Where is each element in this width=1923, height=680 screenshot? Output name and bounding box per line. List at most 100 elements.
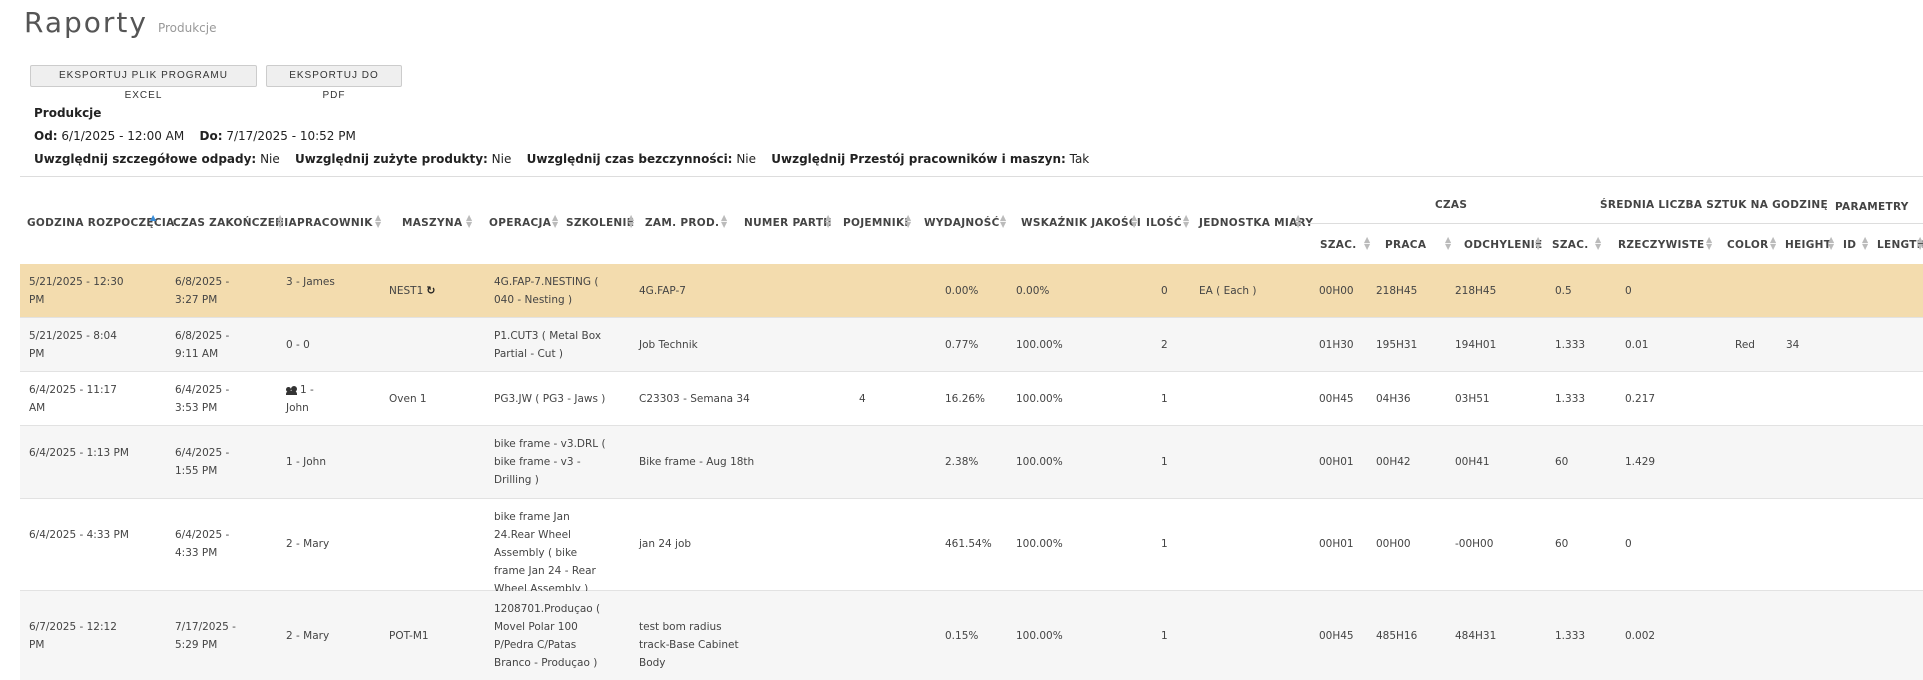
export-excel-button[interactable]: EKSPORTUJ PLIK PROGRAMU EXCEL (30, 65, 257, 101)
cell-color: Red (1735, 339, 1755, 351)
cell-efficiency: 2.38% (945, 456, 979, 468)
cell-operation: 1208701.Produçao ( Movel Polar 100 P/Ped… (494, 603, 601, 669)
cell-machine: Oven 1 (389, 393, 427, 405)
cell-avg-est: 0.5 (1555, 285, 1572, 297)
header-dev[interactable]: ODCHYLENIE (1464, 239, 1542, 251)
header-group-time: CZAS (1435, 199, 1468, 211)
header-machine[interactable]: MASZYNA (402, 217, 462, 229)
cell-qty: 0 (1161, 285, 1168, 297)
cell-machine: NEST1 ↻ (389, 282, 435, 300)
sort-icon[interactable]: ▲ ▼ (1595, 236, 1601, 251)
cell-order: 4G.FAP-7 (639, 285, 686, 297)
cell-start: 6/4/2025 - 4:33 PM (29, 529, 129, 541)
cell-worker: 0 - 0 (286, 339, 310, 351)
table-row[interactable]: 6/7/2025 - 12:12 PM 7/17/2025 - 5:29 PM … (20, 591, 1923, 680)
sort-icon[interactable]: ▲ ▼ (825, 214, 831, 229)
sort-icon[interactable]: ▲ ▼ (1862, 236, 1868, 251)
header-quality[interactable]: WSKAŹNIK JAKOŚCI (1021, 217, 1141, 229)
cell-avg-real: 1.429 (1625, 456, 1656, 468)
cell-start: 5/21/2025 - 12:30 PM (29, 276, 124, 306)
header-operation[interactable]: OPERACJA (489, 217, 551, 229)
cell-work: 00H00 (1376, 538, 1411, 550)
cell-avg-real: 0 (1625, 538, 1632, 550)
sort-icon[interactable]: ▲ ▼ (1535, 236, 1541, 251)
sort-icon[interactable]: ▲ ▼ (552, 214, 558, 229)
sort-icon[interactable]: ▲ ▼ (628, 214, 634, 229)
cell-height: 34 (1786, 339, 1800, 351)
cell-efficiency: 16.26% (945, 393, 986, 405)
sort-icon[interactable]: ▲ ▼ (905, 214, 911, 229)
cell-operation: P1.CUT3 ( Metal Box Partial - Cut ) (494, 330, 602, 360)
header-batch[interactable]: NUMER PARTII (744, 217, 832, 229)
cell-end: 6/8/2025 - 9:11 AM (175, 330, 230, 360)
cell-operation: bike frame Jan 24.Rear Wheel Assembly ( … (494, 511, 596, 595)
sort-icon[interactable]: ▲ ▼ (1000, 214, 1006, 229)
cell-quality: 100.00% (1016, 538, 1063, 550)
table-row[interactable]: 6/4/2025 - 1:13 PM 6/4/2025 - 1:55 PM 1 … (20, 426, 1923, 499)
cell-start: 6/4/2025 - 11:17 AM (29, 384, 117, 414)
table-row[interactable]: 5/21/2025 - 8:04 PM 6/8/2025 - 9:11 AM 0… (20, 318, 1923, 372)
header-group-divider (1308, 223, 1923, 224)
cell-start: 6/4/2025 - 1:13 PM (29, 447, 129, 459)
header-qty[interactable]: ILOŚĆ (1146, 217, 1182, 229)
cell-qty: 1 (1161, 456, 1168, 468)
header-work[interactable]: PRACA (1385, 239, 1426, 251)
cell-efficiency: 0.77% (945, 339, 979, 351)
export-pdf-button[interactable]: EKSPORTUJ DO PDF (266, 65, 402, 101)
sort-asc-icon[interactable]: ▲ (150, 214, 156, 222)
sort-icon[interactable]: ▲ ▼ (1445, 236, 1451, 251)
cell-efficiency: 0.15% (945, 630, 979, 642)
cell-end: 6/4/2025 - 3:53 PM (175, 384, 230, 414)
cell-avg-est: 1.333 (1555, 339, 1586, 351)
sort-icon[interactable]: ▲ ▼ (1770, 236, 1776, 251)
cell-quality: 100.00% (1016, 393, 1063, 405)
sort-icon[interactable]: ▲ ▼ (1131, 214, 1137, 229)
cell-work: 04H36 (1376, 393, 1411, 405)
header-color[interactable]: COLOR (1727, 239, 1768, 251)
cell-est: 00H45 (1319, 630, 1354, 642)
sort-icon[interactable]: ▲ ▼ (721, 214, 727, 229)
cell-unit: EA ( Each ) (1199, 285, 1257, 297)
table-row[interactable]: 6/4/2025 - 11:17 AM 6/4/2025 - 3:53 PM 1… (20, 372, 1923, 426)
cell-start: 5/21/2025 - 8:04 PM (29, 330, 117, 360)
sort-icon[interactable]: ▲ ▼ (1295, 214, 1301, 229)
cell-operation: 4G.FAP-7.NESTING ( 040 - Nesting ) (494, 276, 599, 306)
page-subtitle: Produkcje (157, 21, 217, 35)
refresh-icon[interactable]: ↻ (426, 282, 435, 300)
sort-icon[interactable]: ▲ ▼ (1917, 236, 1923, 251)
sort-icon[interactable]: ▲ ▼ (1706, 236, 1712, 251)
summary-title: Produkcje (34, 106, 102, 120)
cell-avg-est: 1.333 (1555, 630, 1586, 642)
table-row[interactable]: 5/21/2025 - 12:30 PM 6/8/2025 - 3:27 PM … (20, 264, 1923, 318)
header-training[interactable]: SZKOLENIE (566, 217, 634, 229)
sort-icon[interactable]: ▲ ▼ (277, 214, 283, 229)
header-avg-real[interactable]: RZECZYWISTE (1618, 239, 1704, 251)
users-icon (286, 385, 298, 395)
sort-icon[interactable]: ▲ ▼ (1183, 214, 1189, 229)
sort-icon[interactable]: ▲ ▼ (466, 214, 472, 229)
header-id[interactable]: ID (1843, 239, 1856, 251)
sort-icon[interactable]: ▲ ▼ (1364, 236, 1370, 251)
header-order[interactable]: ZAM. PROD. (645, 217, 719, 229)
header-efficiency[interactable]: WYDAJNOŚĆ (924, 217, 1000, 229)
cell-quality: 100.00% (1016, 339, 1063, 351)
cell-operation: PG3.JW ( PG3 - Jaws ) (494, 393, 606, 405)
table-row[interactable]: 6/4/2025 - 4:33 PM 6/4/2025 - 4:33 PM 2 … (20, 499, 1923, 595)
header-height[interactable]: HEIGHT (1785, 239, 1831, 251)
cell-order: C23303 - Semana 34 (639, 393, 750, 405)
cell-containers: 4 (859, 393, 866, 405)
filter-options: Uwzględnij szczegółowe odpady: Nie Uwzgl… (34, 152, 1090, 166)
header-est[interactable]: SZAC. (1320, 239, 1357, 251)
header-avg-est[interactable]: SZAC. (1552, 239, 1589, 251)
cell-work: 00H42 (1376, 456, 1411, 468)
cell-dev: 218H45 (1455, 285, 1497, 297)
summary-divider (20, 176, 1923, 177)
header-containers[interactable]: POJEMNIKI (843, 217, 909, 229)
cell-qty: 1 (1161, 393, 1168, 405)
cell-worker: 1 - John (286, 456, 326, 468)
sort-icon[interactable]: ▲ ▼ (375, 214, 381, 229)
cell-work: 195H31 (1376, 339, 1418, 351)
sort-icon[interactable]: ▲ ▼ (1828, 236, 1834, 251)
cell-est: 00H00 (1319, 285, 1354, 297)
header-worker[interactable]: PRACOWNIK (297, 217, 373, 229)
